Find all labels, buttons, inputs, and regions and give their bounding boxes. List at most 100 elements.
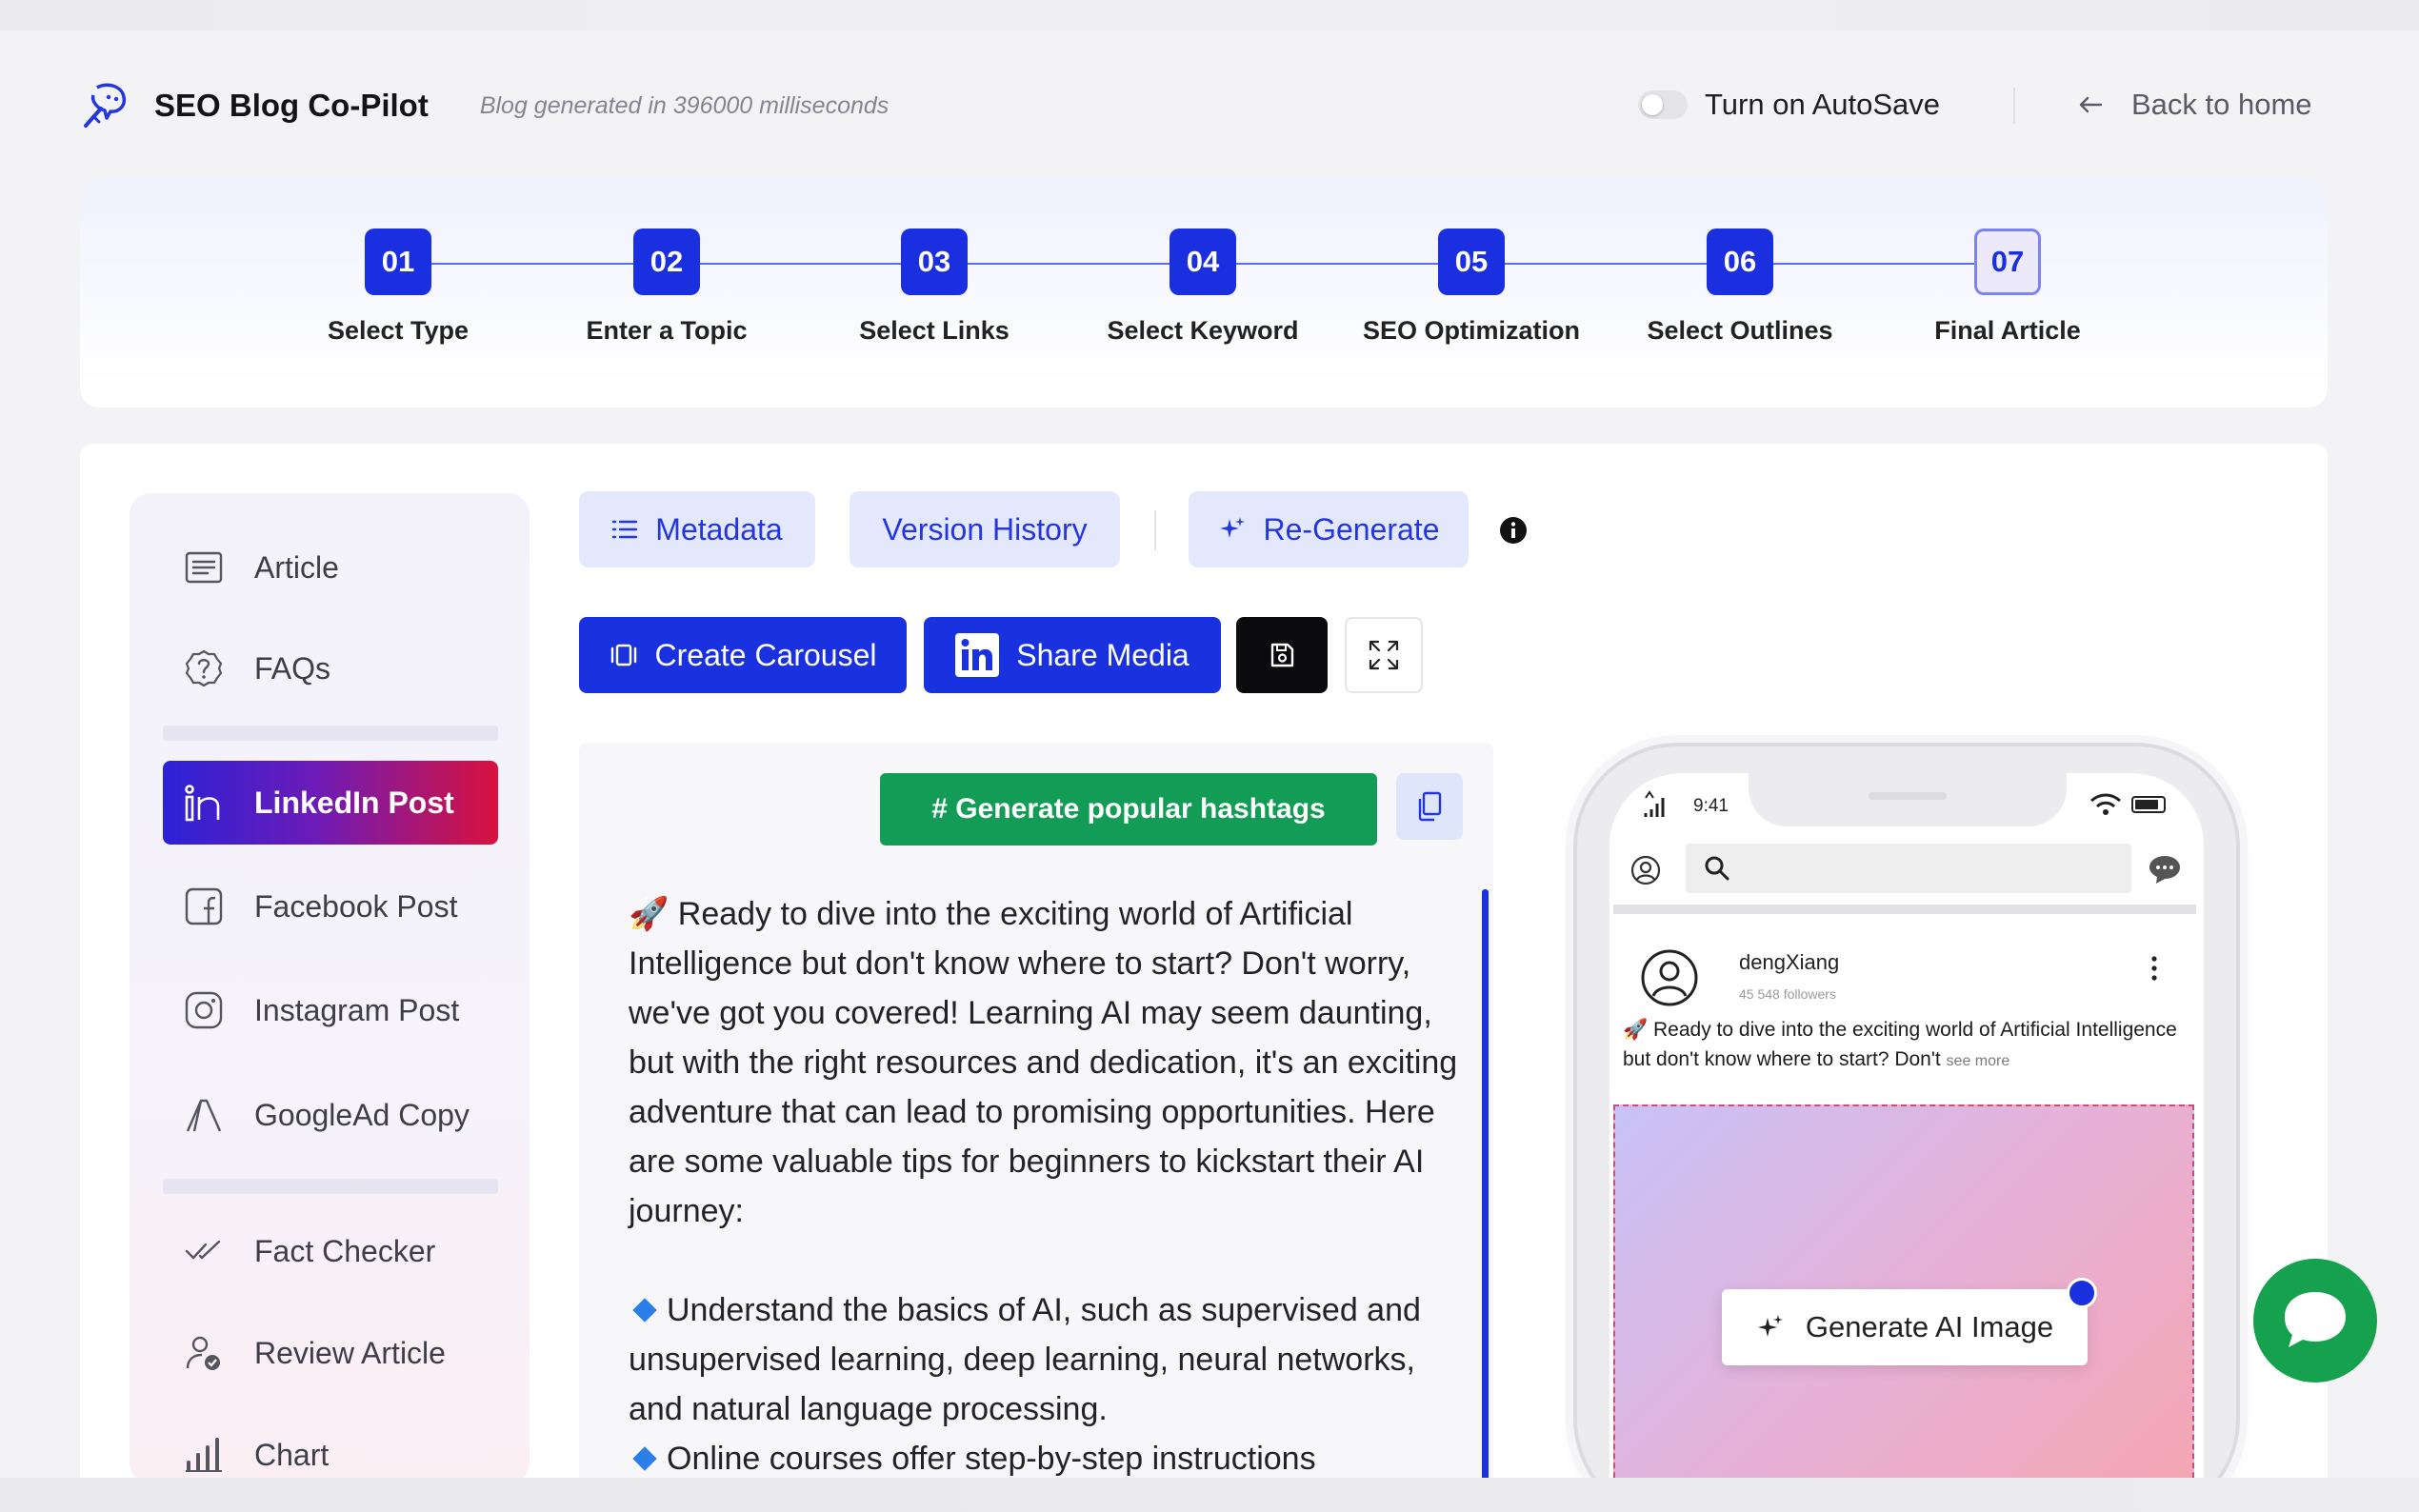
see-more-link[interactable]: see more bbox=[1947, 1053, 2010, 1069]
article-icon bbox=[182, 546, 226, 589]
post-author-name: dengXiang bbox=[1739, 950, 1840, 974]
sidebar-item-faqs[interactable]: FAQs bbox=[163, 627, 498, 710]
question-circle-icon bbox=[182, 647, 226, 690]
sidebar-item-label: FAQs bbox=[254, 650, 331, 686]
sidebar-item-label: GoogleAd Copy bbox=[254, 1097, 470, 1132]
battery-icon bbox=[2131, 796, 2166, 813]
post-paragraph: Understand the basics of AI, such as sup… bbox=[629, 1292, 1421, 1427]
step-label: SEO Optimization bbox=[1362, 316, 1580, 345]
post-paragraph: Ready to dive into the exciting world of… bbox=[629, 896, 1458, 1229]
step-number: 04 bbox=[1170, 229, 1236, 295]
generation-time-note: Blog generated in 396000 milliseconds bbox=[479, 91, 890, 119]
save-button[interactable] bbox=[1236, 617, 1328, 693]
autosave-control[interactable]: Turn on AutoSave bbox=[1638, 88, 1940, 122]
share-media-label: Share Media bbox=[1016, 637, 1190, 672]
sidebar-item-review-article[interactable]: Review Article bbox=[163, 1311, 498, 1395]
double-check-icon bbox=[182, 1229, 226, 1273]
bottom-strip bbox=[0, 1478, 2419, 1512]
step-number: 02 bbox=[633, 229, 700, 295]
sidebar-item-linkedin-post[interactable]: LinkedIn Post bbox=[163, 761, 498, 845]
phone-search-bar bbox=[1686, 844, 2131, 893]
step-2[interactable]: 02 Enter a Topic bbox=[543, 229, 790, 346]
app-name: SEO Blog Co-Pilot bbox=[154, 88, 429, 123]
fullscreen-button[interactable] bbox=[1345, 617, 1423, 693]
phone-time: 9:41 bbox=[1693, 796, 1729, 816]
search-icon bbox=[1705, 856, 1729, 881]
blue-diamond-icon bbox=[632, 1298, 657, 1323]
linkedin-icon bbox=[182, 781, 226, 825]
step-number: 05 bbox=[1438, 229, 1505, 295]
rocket-emoji-icon: 🚀 bbox=[629, 896, 670, 932]
post-paragraph: Online courses offer step-by-step instru… bbox=[667, 1441, 1316, 1477]
brand: SEO Blog Co-Pilot Blog generated in 3960… bbox=[80, 80, 889, 131]
regenerate-button[interactable]: Re-Generate bbox=[1189, 491, 1469, 567]
regenerate-label: Re-Generate bbox=[1263, 511, 1440, 547]
post-content[interactable]: 🚀 Ready to dive into the exciting world … bbox=[629, 889, 1467, 1483]
sidebar-item-label: Instagram Post bbox=[254, 992, 460, 1027]
wifi-icon bbox=[2090, 793, 2121, 815]
notification-dot bbox=[2067, 1278, 2097, 1308]
step-7[interactable]: 07 Final Article bbox=[1884, 229, 2131, 346]
copy-icon bbox=[1418, 791, 1442, 822]
generate-hashtags-button[interactable]: # Generate popular hashtags bbox=[880, 773, 1377, 846]
step-label: Select Type bbox=[327, 316, 470, 345]
step-5[interactable]: 05 SEO Optimization bbox=[1348, 229, 1595, 346]
sidebar-item-instagram-post[interactable]: Instagram Post bbox=[163, 968, 498, 1052]
step-6[interactable]: 06 Select Outlines bbox=[1616, 229, 1864, 346]
sidebar-item-label: Article bbox=[254, 549, 339, 585]
chat-bubble-icon bbox=[2285, 1292, 2346, 1347]
info-icon[interactable] bbox=[1499, 516, 1528, 545]
generate-ai-image-button[interactable]: Generate AI Image bbox=[1722, 1289, 2088, 1365]
more-vertical-icon bbox=[2151, 956, 2157, 981]
phone-notch bbox=[1749, 771, 2067, 826]
top-strip bbox=[0, 0, 2419, 30]
back-to-home-link[interactable]: Back to home bbox=[2078, 88, 2312, 122]
carousel-icon bbox=[610, 644, 636, 666]
copy-button[interactable] bbox=[1396, 773, 1463, 840]
sidebar-item-googlead-copy[interactable]: GoogleAd Copy bbox=[163, 1073, 498, 1157]
bar-chart-icon bbox=[182, 1433, 226, 1477]
step-label: Select Links bbox=[859, 316, 1010, 345]
step-label: Select Keyword bbox=[1107, 316, 1299, 345]
share-media-button[interactable]: Share Media bbox=[924, 617, 1221, 693]
post-preview-snippet: Ready to dive into the exciting world of… bbox=[1623, 1019, 2177, 1070]
step-1[interactable]: 01 Select Type bbox=[274, 229, 522, 346]
step-3[interactable]: 03 Select Links bbox=[810, 229, 1058, 346]
save-icon bbox=[1270, 643, 1294, 667]
chat-support-button[interactable] bbox=[2253, 1259, 2377, 1383]
step-number: 06 bbox=[1707, 229, 1773, 295]
create-carousel-button[interactable]: Create Carousel bbox=[579, 617, 907, 693]
sidebar-item-label: Fact Checker bbox=[254, 1233, 436, 1268]
editor-scrollbar[interactable] bbox=[1482, 889, 1489, 1482]
version-history-button[interactable]: Version History bbox=[850, 491, 1120, 567]
back-to-home-label: Back to home bbox=[2131, 88, 2312, 121]
sidebar-item-facebook-post[interactable]: Facebook Post bbox=[163, 865, 498, 948]
step-4[interactable]: 04 Select Keyword bbox=[1079, 229, 1327, 346]
sparkle-icon bbox=[1219, 517, 1245, 538]
linkedin-icon bbox=[955, 633, 1000, 677]
step-number: 01 bbox=[365, 229, 431, 295]
step-label: Final Article bbox=[1934, 316, 2081, 345]
autosave-label: Turn on AutoSave bbox=[1705, 88, 1941, 121]
sidebar-item-label: LinkedIn Post bbox=[254, 785, 454, 820]
sidebar-item-article[interactable]: Article bbox=[163, 526, 498, 609]
sidebar-divider bbox=[163, 1179, 498, 1194]
autosave-toggle[interactable] bbox=[1638, 90, 1688, 119]
version-history-label: Version History bbox=[882, 511, 1088, 547]
signal-icon bbox=[1644, 790, 1665, 817]
user-check-icon bbox=[182, 1331, 226, 1375]
header-divider bbox=[2013, 88, 2015, 124]
blue-diamond-icon bbox=[632, 1446, 657, 1471]
copilot-logo-icon bbox=[84, 83, 127, 128]
message-icon bbox=[2149, 856, 2180, 884]
phone-divider bbox=[1613, 905, 2196, 914]
rocket-emoji-icon: 🚀 bbox=[1623, 1019, 1649, 1041]
metadata-button[interactable]: Metadata bbox=[579, 491, 815, 567]
user-avatar-icon bbox=[1641, 949, 1698, 1006]
sidebar-item-label: Review Article bbox=[254, 1335, 446, 1370]
instagram-icon bbox=[182, 988, 226, 1032]
sidebar-divider bbox=[163, 726, 498, 741]
sparkle-icon bbox=[1757, 1315, 1783, 1337]
sidebar-item-fact-checker[interactable]: Fact Checker bbox=[163, 1209, 498, 1293]
step-number: 03 bbox=[901, 229, 968, 295]
